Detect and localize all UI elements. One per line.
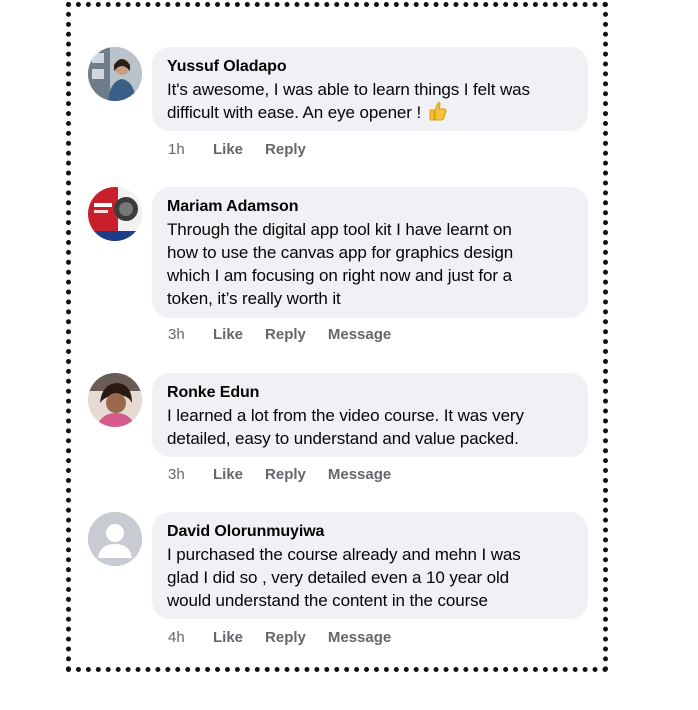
user-photo-icon: [88, 47, 142, 101]
user-photo-icon: [88, 373, 142, 427]
default-profile-icon: [88, 512, 142, 566]
comment-text: Through the digital app tool kit I have …: [167, 220, 514, 308]
timestamp[interactable]: 3h: [168, 325, 213, 345]
avatar[interactable]: [88, 47, 142, 101]
commenter-name[interactable]: Mariam Adamson: [167, 196, 572, 218]
thumbs-up-icon: [429, 102, 447, 121]
comment-actions: 1h Like Reply: [168, 140, 328, 160]
reply-button[interactable]: Reply: [265, 325, 306, 345]
user-photo-icon: [88, 187, 142, 241]
comment-actions: 3h Like Reply Message: [168, 325, 413, 345]
comment-bubble: Mariam Adamson Through the digital app t…: [152, 187, 588, 318]
reply-button[interactable]: Reply: [265, 628, 306, 648]
timestamp[interactable]: 4h: [168, 628, 213, 648]
like-button[interactable]: Like: [213, 140, 243, 160]
avatar[interactable]: [88, 373, 142, 427]
timestamp[interactable]: 3h: [168, 465, 213, 485]
avatar[interactable]: [88, 187, 142, 241]
comment-text: I learned a lot from the video course. I…: [167, 406, 524, 448]
like-button[interactable]: Like: [213, 465, 243, 485]
comment-text: I purchased the course already and mehn …: [167, 545, 521, 610]
like-button[interactable]: Like: [213, 325, 243, 345]
avatar[interactable]: [88, 512, 142, 566]
comment-bubble: Yussuf Oladapo It's awesome, I was able …: [152, 47, 588, 131]
like-button[interactable]: Like: [213, 628, 243, 648]
comment-text: It's awesome, I was able to learn things…: [167, 80, 530, 122]
comment-bubble: David Olorunmuyiwa I purchased the cours…: [152, 512, 588, 619]
timestamp[interactable]: 1h: [168, 140, 213, 160]
commenter-name[interactable]: David Olorunmuyiwa: [167, 521, 572, 543]
reply-button[interactable]: Reply: [265, 140, 306, 160]
comment-actions: 4h Like Reply Message: [168, 628, 413, 648]
commenter-name[interactable]: Yussuf Oladapo: [167, 56, 572, 78]
reply-button[interactable]: Reply: [265, 465, 306, 485]
comment-actions: 3h Like Reply Message: [168, 465, 413, 485]
comment-bubble: Ronke Edun I learned a lot from the vide…: [152, 373, 588, 457]
commenter-name[interactable]: Ronke Edun: [167, 382, 572, 404]
message-button[interactable]: Message: [328, 628, 391, 648]
message-button[interactable]: Message: [328, 465, 391, 485]
message-button[interactable]: Message: [328, 325, 391, 345]
